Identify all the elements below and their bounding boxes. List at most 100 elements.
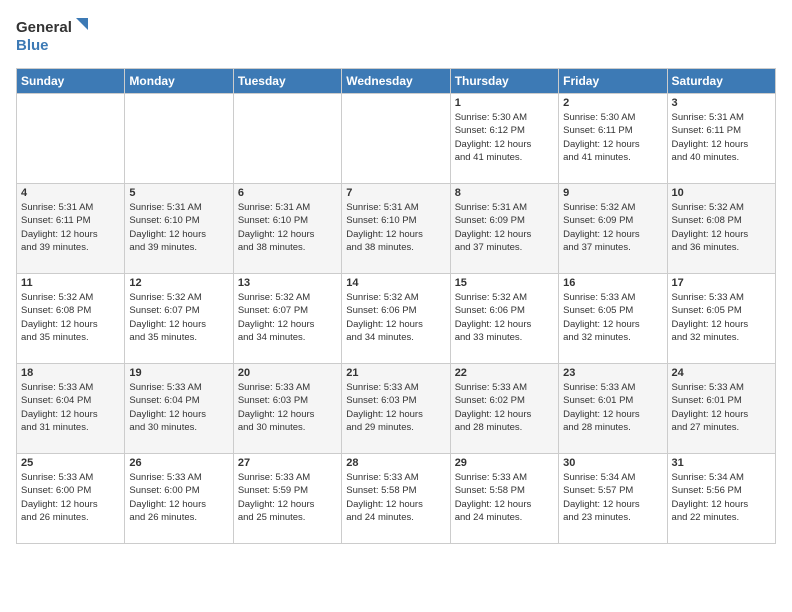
day-info: Sunrise: 5:33 AMSunset: 6:05 PMDaylight:… xyxy=(672,291,771,344)
week-row-5: 25 Sunrise: 5:33 AMSunset: 6:00 PMDayligh… xyxy=(17,454,776,544)
header-cell-tuesday: Tuesday xyxy=(233,69,341,94)
day-info: Sunrise: 5:34 AMSunset: 5:56 PMDaylight:… xyxy=(672,471,771,524)
day-info: Sunrise: 5:33 AMSunset: 6:01 PMDaylight:… xyxy=(672,381,771,434)
header-cell-friday: Friday xyxy=(559,69,667,94)
day-cell: 7 Sunrise: 5:31 AMSunset: 6:10 PMDaylight… xyxy=(342,184,450,274)
day-number: 7 xyxy=(346,187,445,199)
day-number: 10 xyxy=(672,187,771,199)
day-number: 3 xyxy=(672,97,771,109)
day-number: 4 xyxy=(21,187,120,199)
svg-text:Blue: Blue xyxy=(16,37,49,54)
header-cell-saturday: Saturday xyxy=(667,69,775,94)
day-number: 31 xyxy=(672,457,771,469)
calendar-header: SundayMondayTuesdayWednesdayThursdayFrid… xyxy=(17,69,776,94)
day-cell: 29 Sunrise: 5:33 AMSunset: 5:58 PMDayligh… xyxy=(450,454,558,544)
day-number: 29 xyxy=(455,457,554,469)
week-row-2: 4 Sunrise: 5:31 AMSunset: 6:11 PMDaylight… xyxy=(17,184,776,274)
day-number: 13 xyxy=(238,277,337,289)
day-number: 11 xyxy=(21,277,120,289)
day-cell: 21 Sunrise: 5:33 AMSunset: 6:03 PMDayligh… xyxy=(342,364,450,454)
day-number: 25 xyxy=(21,457,120,469)
logo-svg: GeneralBlue xyxy=(16,16,96,58)
day-info: Sunrise: 5:31 AMSunset: 6:10 PMDaylight:… xyxy=(346,201,445,254)
day-number: 16 xyxy=(563,277,662,289)
day-cell: 19 Sunrise: 5:33 AMSunset: 6:04 PMDayligh… xyxy=(125,364,233,454)
day-info: Sunrise: 5:33 AMSunset: 6:05 PMDaylight:… xyxy=(563,291,662,344)
day-cell: 4 Sunrise: 5:31 AMSunset: 6:11 PMDaylight… xyxy=(17,184,125,274)
day-cell: 10 Sunrise: 5:32 AMSunset: 6:08 PMDayligh… xyxy=(667,184,775,274)
day-info: Sunrise: 5:30 AMSunset: 6:12 PMDaylight:… xyxy=(455,111,554,164)
day-info: Sunrise: 5:32 AMSunset: 6:08 PMDaylight:… xyxy=(672,201,771,254)
day-number: 8 xyxy=(455,187,554,199)
header-cell-thursday: Thursday xyxy=(450,69,558,94)
day-info: Sunrise: 5:33 AMSunset: 6:02 PMDaylight:… xyxy=(455,381,554,434)
day-info: Sunrise: 5:33 AMSunset: 6:04 PMDaylight:… xyxy=(129,381,228,434)
day-info: Sunrise: 5:32 AMSunset: 6:07 PMDaylight:… xyxy=(238,291,337,344)
day-cell: 16 Sunrise: 5:33 AMSunset: 6:05 PMDayligh… xyxy=(559,274,667,364)
day-cell: 12Sunrise: 5:32 AMSunset: 6:07 PMDayligh… xyxy=(125,274,233,364)
day-number: 18 xyxy=(21,367,120,379)
day-cell: 18 Sunrise: 5:33 AMSunset: 6:04 PMDayligh… xyxy=(17,364,125,454)
day-cell: 6Sunrise: 5:31 AMSunset: 6:10 PMDaylight… xyxy=(233,184,341,274)
day-cell: 5Sunrise: 5:31 AMSunset: 6:10 PMDaylight… xyxy=(125,184,233,274)
day-info: Sunrise: 5:33 AMSunset: 6:03 PMDaylight:… xyxy=(346,381,445,434)
day-cell: 1 Sunrise: 5:30 AMSunset: 6:12 PMDaylight… xyxy=(450,94,558,184)
day-cell: 3 Sunrise: 5:31 AMSunset: 6:11 PMDaylight… xyxy=(667,94,775,184)
day-number: 1 xyxy=(455,97,554,109)
day-info: Sunrise: 5:30 AMSunset: 6:11 PMDaylight:… xyxy=(563,111,662,164)
day-cell: 9Sunrise: 5:32 AMSunset: 6:09 PMDaylight… xyxy=(559,184,667,274)
day-number: 20 xyxy=(238,367,337,379)
day-info: Sunrise: 5:32 AMSunset: 6:07 PMDaylight:… xyxy=(129,291,228,344)
day-number: 26 xyxy=(129,457,228,469)
day-number: 28 xyxy=(346,457,445,469)
header-cell-monday: Monday xyxy=(125,69,233,94)
page-header: GeneralBlue xyxy=(16,16,776,58)
day-number: 24 xyxy=(672,367,771,379)
day-cell: 25 Sunrise: 5:33 AMSunset: 6:00 PMDayligh… xyxy=(17,454,125,544)
logo: GeneralBlue xyxy=(16,16,96,58)
day-cell: 26 Sunrise: 5:33 AMSunset: 6:00 PMDayligh… xyxy=(125,454,233,544)
day-cell: 30 Sunrise: 5:34 AMSunset: 5:57 PMDayligh… xyxy=(559,454,667,544)
day-cell: 17Sunrise: 5:33 AMSunset: 6:05 PMDayligh… xyxy=(667,274,775,364)
day-cell xyxy=(233,94,341,184)
day-cell xyxy=(342,94,450,184)
day-info: Sunrise: 5:31 AMSunset: 6:11 PMDaylight:… xyxy=(672,111,771,164)
day-number: 15 xyxy=(455,277,554,289)
week-row-3: 11 Sunrise: 5:32 AMSunset: 6:08 PMDayligh… xyxy=(17,274,776,364)
day-cell: 23 Sunrise: 5:33 AMSunset: 6:01 PMDayligh… xyxy=(559,364,667,454)
day-number: 21 xyxy=(346,367,445,379)
day-number: 22 xyxy=(455,367,554,379)
day-info: Sunrise: 5:32 AMSunset: 6:06 PMDaylight:… xyxy=(346,291,445,344)
day-cell: 27Sunrise: 5:33 AMSunset: 5:59 PMDayligh… xyxy=(233,454,341,544)
day-number: 9 xyxy=(563,187,662,199)
day-number: 27 xyxy=(238,457,337,469)
week-row-1: 1 Sunrise: 5:30 AMSunset: 6:12 PMDaylight… xyxy=(17,94,776,184)
day-info: Sunrise: 5:34 AMSunset: 5:57 PMDaylight:… xyxy=(563,471,662,524)
day-number: 23 xyxy=(563,367,662,379)
day-info: Sunrise: 5:32 AMSunset: 6:08 PMDaylight:… xyxy=(21,291,120,344)
day-cell: 20Sunrise: 5:33 AMSunset: 6:03 PMDayligh… xyxy=(233,364,341,454)
day-cell: 28Sunrise: 5:33 AMSunset: 5:58 PMDayligh… xyxy=(342,454,450,544)
day-info: Sunrise: 5:33 AMSunset: 6:04 PMDaylight:… xyxy=(21,381,120,434)
day-cell: 14 Sunrise: 5:32 AMSunset: 6:06 PMDayligh… xyxy=(342,274,450,364)
day-cell: 24 Sunrise: 5:33 AMSunset: 6:01 PMDayligh… xyxy=(667,364,775,454)
day-info: Sunrise: 5:31 AMSunset: 6:09 PMDaylight:… xyxy=(455,201,554,254)
day-info: Sunrise: 5:33 AMSunset: 5:58 PMDaylight:… xyxy=(455,471,554,524)
day-number: 19 xyxy=(129,367,228,379)
day-cell xyxy=(125,94,233,184)
calendar-body: 1 Sunrise: 5:30 AMSunset: 6:12 PMDaylight… xyxy=(17,94,776,544)
day-number: 5 xyxy=(129,187,228,199)
day-cell: 22 Sunrise: 5:33 AMSunset: 6:02 PMDayligh… xyxy=(450,364,558,454)
day-info: Sunrise: 5:33 AMSunset: 6:00 PMDaylight:… xyxy=(21,471,120,524)
day-cell: 11 Sunrise: 5:32 AMSunset: 6:08 PMDayligh… xyxy=(17,274,125,364)
header-cell-sunday: Sunday xyxy=(17,69,125,94)
day-number: 30 xyxy=(563,457,662,469)
day-info: Sunrise: 5:33 AMSunset: 6:01 PMDaylight:… xyxy=(563,381,662,434)
day-info: Sunrise: 5:31 AMSunset: 6:11 PMDaylight:… xyxy=(21,201,120,254)
day-info: Sunrise: 5:33 AMSunset: 6:00 PMDaylight:… xyxy=(129,471,228,524)
svg-text:General: General xyxy=(16,19,72,36)
day-number: 2 xyxy=(563,97,662,109)
calendar-table: SundayMondayTuesdayWednesdayThursdayFrid… xyxy=(16,68,776,544)
day-number: 14 xyxy=(346,277,445,289)
day-cell xyxy=(17,94,125,184)
